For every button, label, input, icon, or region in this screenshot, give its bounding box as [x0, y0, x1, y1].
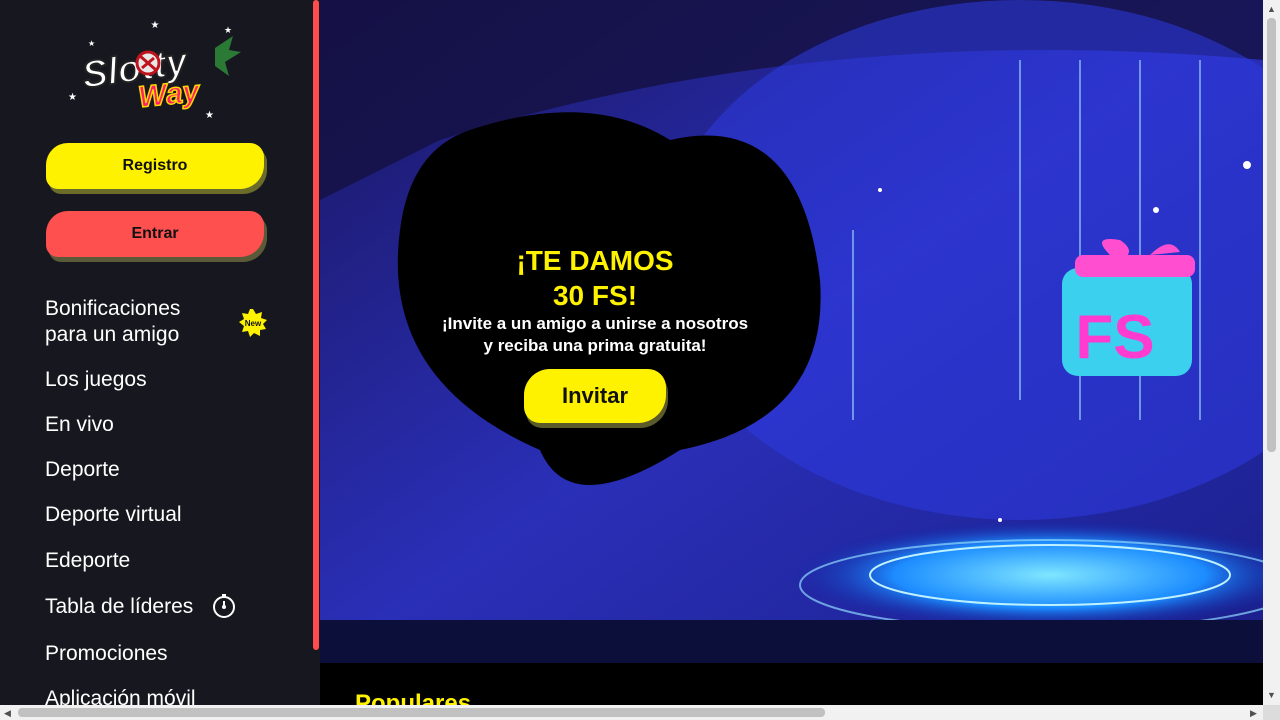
- scroll-down-arrow-icon[interactable]: ▼: [1267, 690, 1276, 700]
- svg-text:★: ★: [68, 92, 77, 103]
- new-badge-text: New: [245, 319, 262, 328]
- menu-item-leaderboard-label: Tabla de líderes: [45, 595, 194, 618]
- banner-title-line2: 30 FS!: [552, 280, 638, 311]
- horizontal-scrollbar-thumb[interactable]: [18, 708, 825, 717]
- gift-fs-text: FS: [1075, 303, 1154, 372]
- scroll-right-arrow-icon[interactable]: ▶: [1250, 708, 1257, 718]
- svg-text:★: ★: [205, 110, 214, 121]
- menu-item-mobile-app[interactable]: Aplicación móvil: [45, 686, 196, 705]
- menu-item-virtual-sports[interactable]: Deporte virtual: [45, 502, 182, 528]
- menu-item-label-line1: Bonificaciones: [45, 297, 181, 320]
- banner-subtitle-line1: ¡Invite a un amigo a unirse a nosotros: [441, 314, 749, 333]
- invite-button[interactable]: Invitar: [524, 369, 666, 423]
- banner-title-line1: ¡TE DAMOS: [516, 245, 674, 276]
- login-button[interactable]: Entrar: [46, 211, 264, 257]
- scroll-up-arrow-icon[interactable]: ▲: [1267, 4, 1276, 14]
- menu-item-games[interactable]: Los juegos: [45, 367, 147, 393]
- menu-item-label-line2: para un amigo: [45, 323, 180, 346]
- menu-item-promotions[interactable]: Promociones: [45, 641, 168, 667]
- menu-item-friend-bonus[interactable]: Bonificaciones para un amigo New: [45, 296, 267, 348]
- svg-text:★: ★: [224, 25, 232, 35]
- menu-item-leaderboard[interactable]: Tabla de líderes: [45, 594, 235, 620]
- menu-item-sports[interactable]: Deporte: [45, 457, 120, 483]
- trophy-icon: [213, 594, 235, 618]
- svg-text:★: ★: [151, 20, 160, 31]
- logo-line2: Way: [137, 75, 203, 114]
- slotty-way-logo[interactable]: ★ ★ ★ ★ ★ Slotty Way: [60, 8, 250, 123]
- scrollbar-corner: [1263, 705, 1280, 720]
- page-horizontal-scrollbar[interactable]: ◀ ▶: [0, 705, 1263, 720]
- popular-section-title: Populares: [355, 690, 472, 705]
- menu-item-esports[interactable]: Edeporte: [45, 548, 130, 574]
- main-content: FS ¡TE DAMOS 30 FS! ¡Invite a un amigo a…: [320, 0, 1263, 705]
- sidebar: ★ ★ ★ ★ ★ Slotty Way Registro Entrar Bon…: [0, 0, 312, 705]
- register-button[interactable]: Registro: [46, 143, 264, 189]
- page-vertical-scrollbar[interactable]: ▲ ▼: [1263, 0, 1280, 705]
- sidebar-scrollbar-thumb[interactable]: [313, 0, 319, 650]
- sidebar-scrollbar[interactable]: [312, 0, 320, 705]
- menu-item-live[interactable]: En vivo: [45, 412, 114, 438]
- new-badge-icon: New: [239, 309, 267, 337]
- banner-subtitle-line2: y reciba una prima gratuita!: [483, 336, 707, 355]
- scroll-left-arrow-icon[interactable]: ◀: [4, 708, 11, 718]
- svg-text:★: ★: [88, 39, 95, 48]
- fs-gift-icon: FS: [1062, 239, 1195, 376]
- vertical-scrollbar-thumb[interactable]: [1267, 18, 1276, 452]
- refer-friend-banner[interactable]: FS ¡TE DAMOS 30 FS! ¡Invite a un amigo a…: [320, 0, 1263, 663]
